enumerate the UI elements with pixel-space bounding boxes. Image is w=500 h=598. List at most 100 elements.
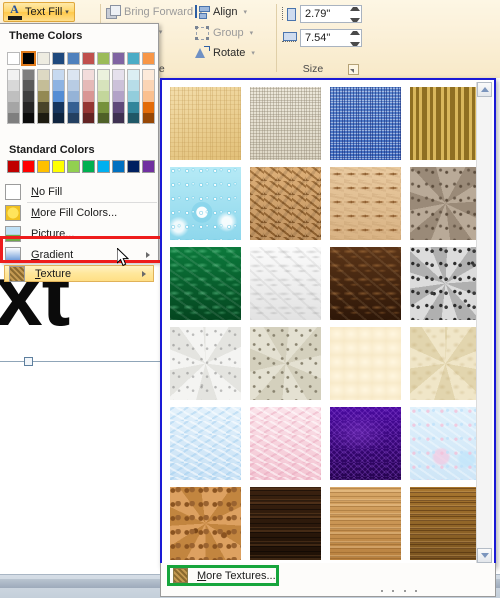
theme-color-swatch[interactable] <box>22 80 35 91</box>
theme-color-swatch[interactable] <box>67 102 80 113</box>
theme-color-swatch[interactable] <box>7 80 20 91</box>
texture-swatch[interactable] <box>166 244 245 323</box>
shape-width-field[interactable]: 7.54" <box>300 29 362 47</box>
align-button[interactable]: Align ▾ <box>195 5 247 19</box>
theme-color-swatch[interactable] <box>37 102 50 113</box>
texture-swatch[interactable] <box>246 484 325 563</box>
theme-color-swatch[interactable] <box>67 91 80 102</box>
standard-color-swatch[interactable] <box>67 160 80 173</box>
theme-color-swatch[interactable] <box>52 69 65 80</box>
menu-item-no-fill[interactable]: No Fill <box>1 182 157 201</box>
menu-item-texture[interactable]: Texture <box>4 265 154 282</box>
theme-colors-base-row[interactable] <box>7 51 157 66</box>
texture-swatch[interactable] <box>246 404 325 483</box>
stepper-up-icon[interactable] <box>349 31 360 35</box>
standard-color-swatch[interactable] <box>82 160 95 173</box>
theme-color-swatch[interactable] <box>37 52 50 65</box>
bring-forward-button[interactable]: Bring Forward ▾ <box>106 5 203 19</box>
theme-color-swatch[interactable] <box>22 69 35 80</box>
shape-width-stepper[interactable] <box>346 31 360 46</box>
rotate-button[interactable]: Rotate ▾ <box>195 46 255 60</box>
standard-colors-grid[interactable] <box>7 160 157 173</box>
theme-color-swatch[interactable] <box>37 80 50 91</box>
texture-swatch[interactable] <box>246 324 325 403</box>
texture-swatch[interactable] <box>406 244 485 323</box>
theme-color-swatch[interactable] <box>97 91 110 102</box>
theme-color-swatch[interactable] <box>52 91 65 102</box>
texture-swatch[interactable] <box>326 324 405 403</box>
theme-colors-shade-row[interactable] <box>7 91 157 102</box>
theme-color-swatch[interactable] <box>142 80 155 91</box>
texture-swatch[interactable] <box>166 84 245 163</box>
theme-color-swatch[interactable] <box>127 80 140 91</box>
scroll-up-arrow[interactable] <box>477 82 492 97</box>
texture-swatch[interactable] <box>326 404 405 483</box>
theme-color-swatch[interactable] <box>127 52 140 65</box>
theme-color-swatch[interactable] <box>37 91 50 102</box>
theme-color-swatch[interactable] <box>97 80 110 91</box>
texture-swatch[interactable] <box>326 84 405 163</box>
theme-colors-shade-row[interactable] <box>7 69 157 80</box>
texture-swatch[interactable] <box>406 404 485 483</box>
theme-color-swatch[interactable] <box>112 113 125 124</box>
texture-swatch[interactable] <box>246 164 325 243</box>
theme-color-swatch[interactable] <box>52 113 65 124</box>
theme-color-swatch[interactable] <box>22 102 35 113</box>
standard-color-swatch[interactable] <box>112 160 125 173</box>
theme-color-swatch[interactable] <box>52 80 65 91</box>
theme-color-swatch[interactable] <box>82 52 95 65</box>
theme-color-swatch[interactable] <box>127 69 140 80</box>
theme-color-swatch[interactable] <box>112 80 125 91</box>
theme-color-swatch[interactable] <box>112 52 125 65</box>
theme-color-swatch[interactable] <box>142 69 155 80</box>
theme-color-swatch[interactable] <box>37 113 50 124</box>
size-dialog-launcher[interactable] <box>348 64 359 75</box>
texture-swatch[interactable] <box>326 484 405 563</box>
texture-swatch[interactable] <box>246 244 325 323</box>
group-button[interactable]: Group ▾ <box>195 26 253 40</box>
theme-color-swatch[interactable] <box>142 52 155 65</box>
theme-color-swatch[interactable] <box>142 113 155 124</box>
theme-color-swatch[interactable] <box>7 52 20 65</box>
texture-swatch[interactable] <box>166 404 245 483</box>
theme-color-swatch[interactable] <box>97 102 110 113</box>
stepper-down-icon[interactable] <box>349 42 360 46</box>
theme-color-swatch[interactable] <box>67 113 80 124</box>
texture-swatch[interactable] <box>406 324 485 403</box>
theme-color-swatch[interactable] <box>82 113 95 124</box>
theme-color-swatch[interactable] <box>67 80 80 91</box>
placeholder-resize-handle[interactable] <box>24 357 33 366</box>
theme-color-swatch[interactable] <box>127 102 140 113</box>
theme-color-swatch[interactable] <box>22 91 35 102</box>
theme-color-swatch[interactable] <box>52 52 65 65</box>
theme-colors-shade-row[interactable] <box>7 113 157 124</box>
theme-color-swatch[interactable] <box>67 69 80 80</box>
standard-color-swatch[interactable] <box>97 160 110 173</box>
theme-color-swatch[interactable] <box>7 69 20 80</box>
texture-swatch[interactable] <box>406 84 485 163</box>
theme-color-swatch[interactable] <box>112 91 125 102</box>
theme-color-swatch[interactable] <box>7 113 20 124</box>
shape-height-stepper[interactable] <box>346 7 360 22</box>
texture-gallery-scrollbar[interactable] <box>476 82 492 563</box>
standard-color-swatch[interactable] <box>22 160 35 173</box>
theme-color-swatch[interactable] <box>37 69 50 80</box>
texture-swatch[interactable] <box>406 484 485 563</box>
menu-item-more-fill-colors[interactable]: More Fill Colors... <box>1 202 157 222</box>
text-fill-button[interactable]: A Text Fill ▾ <box>3 2 75 22</box>
standard-color-swatch[interactable] <box>127 160 140 173</box>
scroll-down-arrow[interactable] <box>477 548 492 563</box>
stepper-up-icon[interactable] <box>349 7 360 11</box>
theme-color-swatch[interactable] <box>127 91 140 102</box>
standard-color-swatch[interactable] <box>142 160 155 173</box>
more-textures-button[interactable]: More Textures... <box>167 565 279 586</box>
theme-color-swatch[interactable] <box>7 91 20 102</box>
texture-grid[interactable] <box>166 84 481 563</box>
theme-colors-shade-row[interactable] <box>7 102 157 113</box>
theme-color-swatch[interactable] <box>142 91 155 102</box>
theme-color-swatch[interactable] <box>21 51 36 66</box>
theme-color-swatch[interactable] <box>82 80 95 91</box>
theme-color-swatch[interactable] <box>67 52 80 65</box>
texture-swatch[interactable] <box>166 484 245 563</box>
theme-color-swatch[interactable] <box>82 102 95 113</box>
